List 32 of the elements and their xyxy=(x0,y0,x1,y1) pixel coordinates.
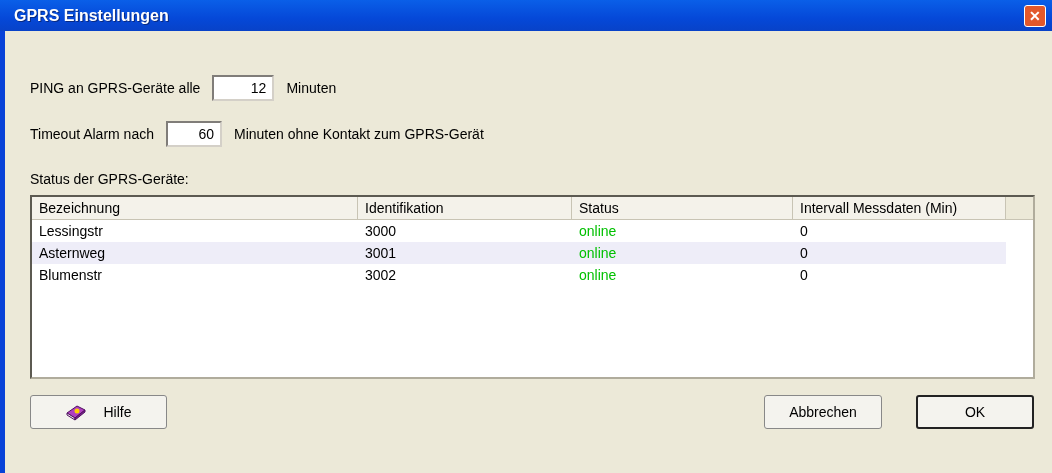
ping-label: PING an GPRS-Geräte alle xyxy=(30,80,201,96)
timeout-field[interactable]: 60 xyxy=(166,121,222,147)
table-cell-text: 3002 xyxy=(364,267,398,283)
help-button[interactable]: Hilfe xyxy=(30,395,167,429)
close-button[interactable]: ✕ xyxy=(1024,4,1046,27)
cancel-button[interactable]: Abbrechen xyxy=(764,395,882,429)
timeout-label: Timeout Alarm nach xyxy=(30,126,154,142)
column-header[interactable]: Intervall Messdaten (Min) xyxy=(793,197,1006,219)
window-title: GPRS Einstellungen xyxy=(13,6,170,25)
column-header[interactable]: Status xyxy=(572,197,793,219)
table-cell-text: Lessingstr xyxy=(38,223,104,239)
ok-button[interactable]: OK xyxy=(916,395,1034,429)
status-cell-text: online xyxy=(578,245,618,261)
ping-interval-field[interactable]: 12 xyxy=(212,75,275,101)
timeout-unit: Minuten ohne Kontakt zum GPRS-Gerät xyxy=(234,126,484,142)
table-cell-text: Blumenstr xyxy=(38,267,104,283)
table-cell-text: 3000 xyxy=(364,223,398,239)
table-row[interactable]: Lessingstr 3000 online 0 xyxy=(32,220,1006,242)
table-cell-text: Asternweg xyxy=(38,245,107,261)
column-header[interactable]: Identifikation xyxy=(358,197,572,219)
table-row[interactable]: Asternweg 3001 online 0 xyxy=(32,242,1006,264)
table-cell-text: 3001 xyxy=(364,245,398,261)
table-cell-text: 0 xyxy=(799,223,809,239)
status-cell-text: online xyxy=(578,267,618,283)
table-cell-text: 0 xyxy=(799,267,809,283)
table-cell-text: 0 xyxy=(799,245,809,261)
status-cell-text: online xyxy=(578,223,618,239)
status-label: Status der GPRS-Geräte: xyxy=(30,171,190,187)
table-row[interactable]: Blumenstr 3002 online 0 xyxy=(32,264,1006,286)
ping-unit: Minuten xyxy=(286,80,337,96)
column-header[interactable]: Bezeichnung xyxy=(32,197,358,219)
help-book-icon xyxy=(65,403,88,421)
